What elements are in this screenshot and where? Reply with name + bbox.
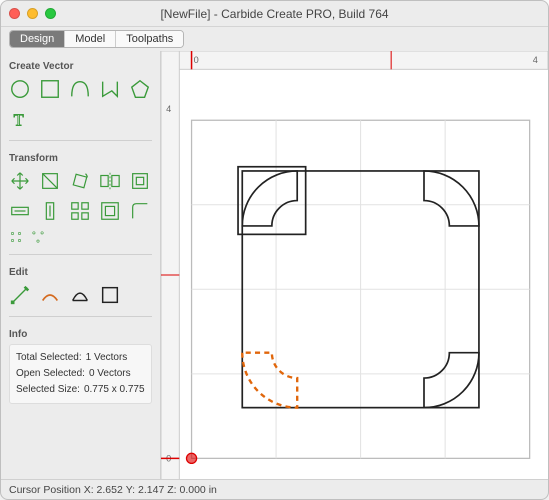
close-icon[interactable] bbox=[9, 8, 20, 19]
status-prefix: Cursor Position bbox=[9, 484, 81, 496]
minimize-icon[interactable] bbox=[27, 8, 38, 19]
window-title: [NewFile] - Carbide Create PRO, Build 76… bbox=[1, 7, 548, 21]
ruler-left bbox=[161, 51, 179, 479]
group-tools bbox=[9, 228, 152, 246]
tab-toolpaths[interactable]: Toolpaths bbox=[116, 31, 183, 47]
curve-icon[interactable] bbox=[69, 78, 91, 100]
polygon-icon[interactable] bbox=[129, 78, 151, 100]
corner-vector-bl-selected[interactable] bbox=[242, 353, 297, 408]
workspace[interactable] bbox=[186, 120, 529, 463]
info-size-value: 0.775 x 0.775 bbox=[84, 382, 145, 398]
status-z-label: Z: bbox=[167, 484, 176, 496]
edit-tools bbox=[9, 282, 152, 308]
tab-bar: Design Model Toolpaths bbox=[1, 27, 548, 51]
corner-vector-tl[interactable] bbox=[242, 171, 297, 226]
main-body: Create Vector T Transform bbox=[1, 51, 548, 479]
divider bbox=[9, 140, 152, 141]
ruler-mark: 0 bbox=[194, 55, 199, 65]
svg-text:T: T bbox=[14, 110, 24, 129]
left-sidebar: Create Vector T Transform bbox=[1, 51, 161, 479]
status-x-label: X: bbox=[84, 484, 94, 496]
resize-icon[interactable] bbox=[39, 170, 61, 192]
scale-width-icon[interactable] bbox=[9, 200, 31, 222]
ruler-mark: 4 bbox=[533, 55, 538, 65]
mirror-icon[interactable] bbox=[99, 170, 121, 192]
status-y-label: Y: bbox=[126, 484, 135, 496]
section-info: Info bbox=[9, 329, 152, 340]
section-create-vector: Create Vector bbox=[9, 61, 152, 72]
titlebar: [NewFile] - Carbide Create PRO, Build 76… bbox=[1, 1, 548, 27]
info-open-label: Open Selected: bbox=[16, 366, 85, 382]
corner-icon[interactable] bbox=[129, 200, 151, 222]
create-vector-tools: T bbox=[9, 76, 152, 132]
transform-tools-1 bbox=[9, 168, 152, 194]
crop-icon[interactable] bbox=[99, 284, 121, 306]
status-y: 2.147 bbox=[138, 484, 164, 496]
origin-marker bbox=[186, 453, 196, 463]
info-open-value: 0 Vectors bbox=[89, 366, 131, 382]
info-size-label: Selected Size: bbox=[16, 382, 80, 398]
node-edit-icon[interactable] bbox=[9, 284, 31, 306]
info-total-value: 1 Vectors bbox=[86, 350, 128, 366]
section-edit: Edit bbox=[9, 267, 152, 278]
status-bar: Cursor Position X: 2.652 Y: 2.147 Z: 0.0… bbox=[1, 479, 548, 499]
boolean-icon[interactable] bbox=[69, 284, 91, 306]
text-icon[interactable]: T bbox=[9, 108, 31, 130]
align-icon[interactable] bbox=[129, 170, 151, 192]
tab-segmented: Design Model Toolpaths bbox=[9, 30, 184, 48]
tab-design[interactable]: Design bbox=[10, 31, 65, 47]
ruler-top bbox=[161, 51, 548, 69]
group-icon[interactable] bbox=[9, 230, 23, 244]
array-icon[interactable] bbox=[69, 200, 91, 222]
rect-icon[interactable] bbox=[39, 78, 61, 100]
trim-icon[interactable] bbox=[39, 284, 61, 306]
canvas-svg[interactable]: 0 4 0 4 bbox=[161, 51, 548, 479]
move-icon[interactable] bbox=[9, 170, 31, 192]
polyline-icon[interactable] bbox=[99, 78, 121, 100]
tab-model[interactable]: Model bbox=[65, 31, 116, 47]
ruler-mark: 4 bbox=[166, 104, 171, 114]
section-transform: Transform bbox=[9, 153, 152, 164]
scale-height-icon[interactable] bbox=[39, 200, 61, 222]
rotate-icon[interactable] bbox=[69, 170, 91, 192]
divider bbox=[9, 254, 152, 255]
corner-vector-tr[interactable] bbox=[424, 171, 479, 226]
info-panel: Total Selected: 1 Vectors Open Selected:… bbox=[9, 344, 152, 404]
circle-icon[interactable] bbox=[9, 78, 31, 100]
info-total-label: Total Selected: bbox=[16, 350, 82, 366]
status-z: 0.000 bbox=[179, 484, 205, 496]
status-unit: in bbox=[209, 484, 217, 496]
design-canvas[interactable]: 0 4 0 4 bbox=[161, 51, 548, 479]
transform-tools-2 bbox=[9, 198, 152, 224]
status-x: 2.652 bbox=[97, 484, 123, 496]
offset-icon[interactable] bbox=[99, 200, 121, 222]
corner-vector-br[interactable] bbox=[424, 353, 479, 408]
app-window: [NewFile] - Carbide Create PRO, Build 76… bbox=[0, 0, 549, 500]
ungroup-icon[interactable] bbox=[31, 230, 45, 244]
zoom-icon[interactable] bbox=[45, 8, 56, 19]
traffic-lights bbox=[9, 8, 56, 19]
divider bbox=[9, 316, 152, 317]
